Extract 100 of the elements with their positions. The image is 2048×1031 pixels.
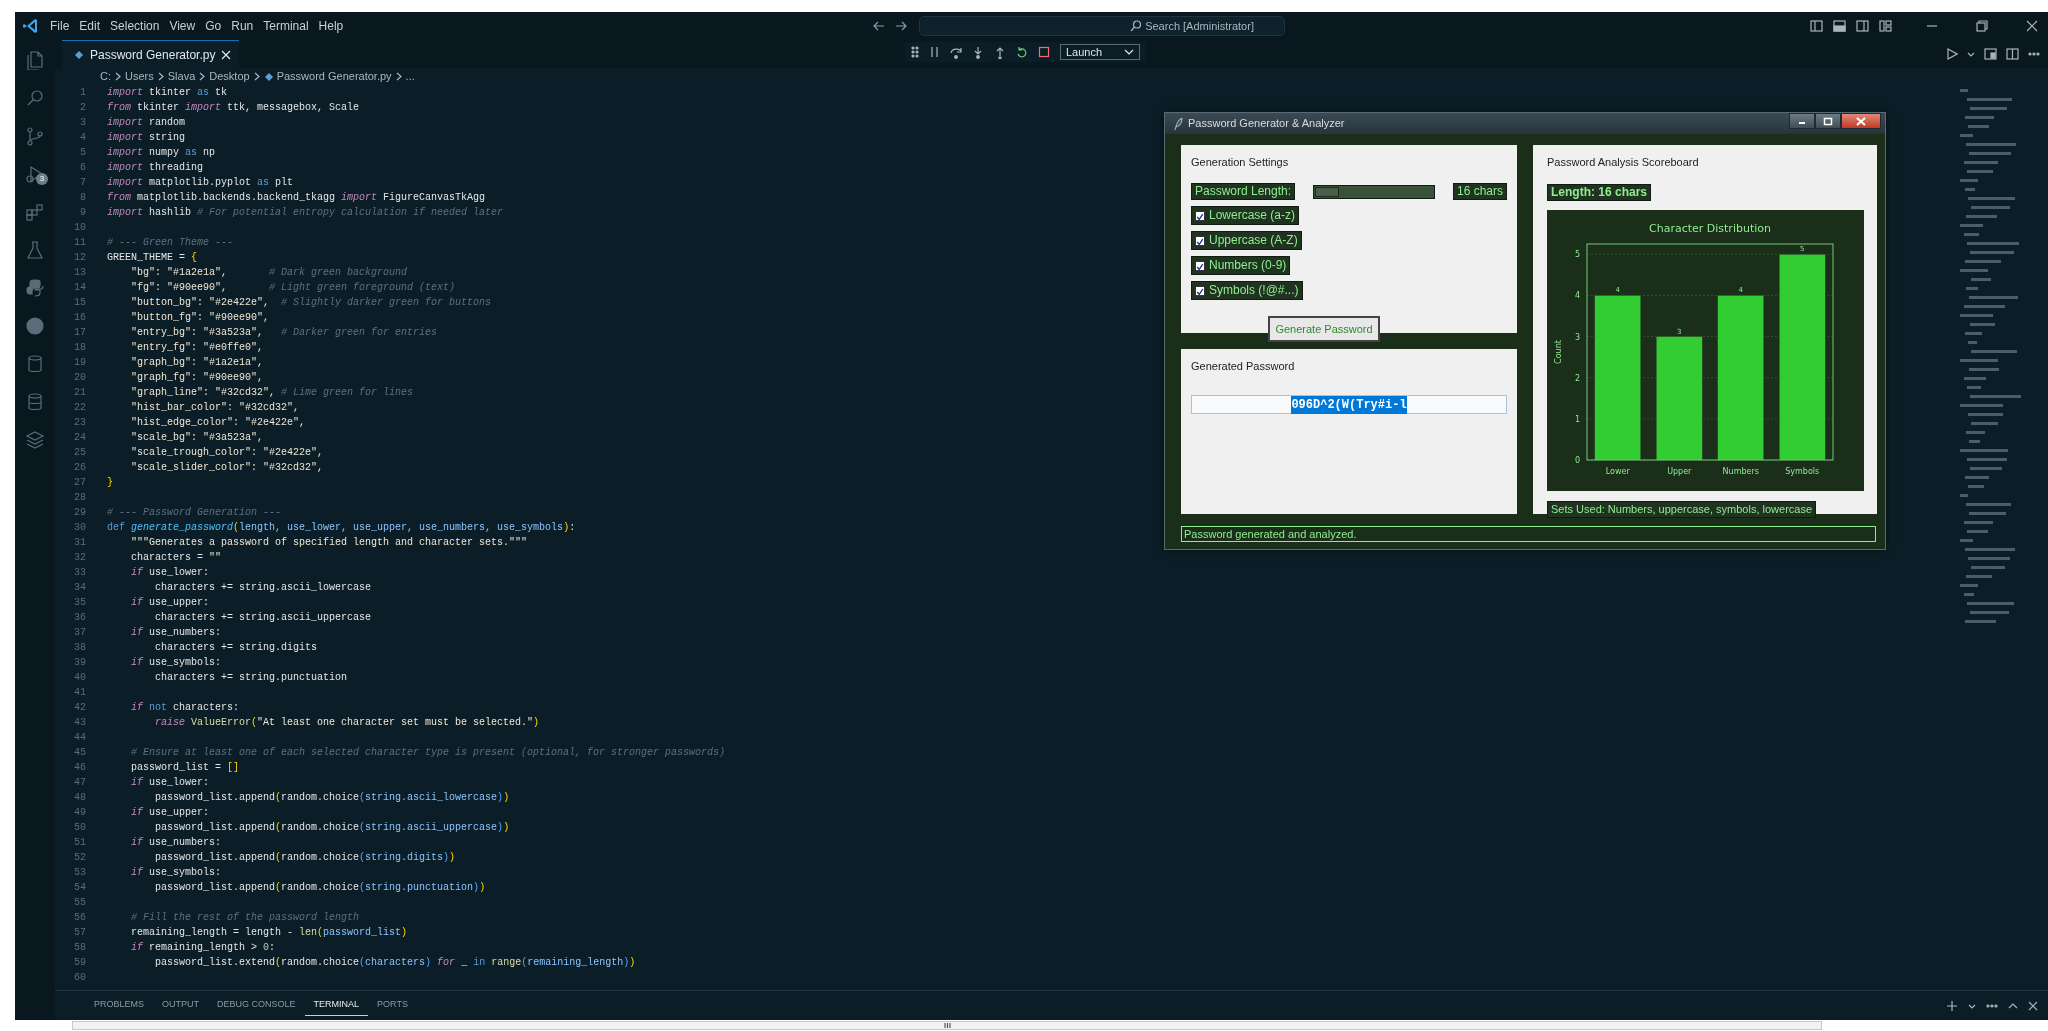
breadcrumb[interactable]: C: <box>100 68 111 85</box>
command-center[interactable]: Search [Administrator] <box>919 16 1286 36</box>
code-line: "entry_fg": "#e0ffe0", <box>130 342 264 353</box>
line-number: 45 <box>73 746 86 760</box>
breadcrumb[interactable]: ... <box>405 68 415 85</box>
checkbox[interactable]: Lowercase (a-z) <box>1191 206 1300 225</box>
checkbox[interactable]: Symbols (!@#...) <box>1191 281 1303 300</box>
line-number: 2 <box>79 101 86 115</box>
menu-item[interactable]: View <box>164 17 201 35</box>
tick-label: 0 <box>1574 456 1580 465</box>
menu-item[interactable]: Help <box>313 17 349 35</box>
panel-tab[interactable]: PROBLEMS <box>85 995 153 1016</box>
code-line: "button_fg": "#90ee90", <box>130 312 270 323</box>
code-line: GREEN_THEME = { <box>107 252 198 263</box>
tick-label: 2 <box>1574 373 1580 383</box>
line-number: 11 <box>73 236 86 250</box>
line-number: 18 <box>73 341 86 355</box>
code-line: "fg": "#90ee90", # Light green foreground (text) <box>130 282 456 293</box>
code-line: "bg": "#1a2e1a", # Dark green background <box>130 267 408 278</box>
panel-title: Generated Password <box>1191 360 1295 372</box>
line-number: 5 <box>79 146 86 160</box>
code-line: "scale_trough_color": "#2e422e", <box>130 447 324 458</box>
breadcrumb[interactable]: Users <box>125 68 154 85</box>
line-number: 19 <box>73 356 86 370</box>
generate-button[interactable]: Generate Password <box>1268 316 1380 342</box>
axis-label: Count <box>1554 340 1563 364</box>
line-number: 52 <box>73 851 86 865</box>
code-line: import numpy as np <box>107 147 216 158</box>
code-line: if use_lower: <box>130 777 210 788</box>
code-line: "hist_edge_color": "#2e422e", <box>130 417 306 428</box>
tick-label: 4 <box>1574 291 1580 301</box>
code-line: characters = "" <box>130 552 222 563</box>
category-label: Lower <box>1605 467 1630 476</box>
line-number: 30 <box>73 521 86 535</box>
code-line: characters += string.ascii_lowercase <box>154 582 372 593</box>
line-number: 24 <box>73 431 86 445</box>
line-number: 38 <box>73 641 86 655</box>
line-number: 54 <box>73 881 86 895</box>
length-summary: Length: 16 chars <box>1547 184 1652 201</box>
code-line: # --- Green Theme --- <box>107 237 234 248</box>
line-number: 1 <box>79 86 86 100</box>
password-field[interactable]: 096D^2(W(Try#i-l <box>1191 395 1507 414</box>
menu-item[interactable]: Selection <box>105 17 165 35</box>
line-number: 22 <box>73 401 86 415</box>
code-line: from matplotlib.backends.backend_tkagg import FigureCanvasTkAgg <box>107 192 486 203</box>
panel-tab[interactable]: OUTPUT <box>153 995 208 1016</box>
code-line: """Generates a password of specified length and character sets.""" <box>130 537 528 548</box>
length-value: 16 chars <box>1452 183 1507 200</box>
code-line: } <box>107 477 113 488</box>
code-line: password_list.append(random.choice(string.ascii_lowercase)) <box>154 792 510 803</box>
line-number: 50 <box>73 821 86 835</box>
panel-tab[interactable]: TERMINAL <box>304 995 369 1016</box>
line-number: 58 <box>73 941 86 955</box>
panel-tab[interactable]: PORTS <box>368 995 417 1016</box>
menu-item[interactable]: Go <box>200 17 227 35</box>
checkbox[interactable]: Numbers (0-9) <box>1191 256 1291 275</box>
code-line: password_list.append(random.choice(string.digits)) <box>154 852 456 863</box>
line-number: 60 <box>73 971 86 985</box>
launch-config-select[interactable]: Launch <box>1060 44 1141 60</box>
code-line: remaining_length = length - len(password_list) <box>130 927 408 938</box>
line-number: 17 <box>73 326 86 340</box>
category-label: Upper <box>1667 467 1692 476</box>
breadcrumb[interactable]: Password Generator.py <box>276 68 392 85</box>
code-line: characters += string.punctuation <box>154 672 348 683</box>
line-number: 56 <box>73 911 86 925</box>
code-line: password_list.extend(random.choice(characters) for _ in range(remaining_length)) <box>154 957 636 968</box>
line-number: 33 <box>73 566 86 580</box>
checkbox[interactable]: Uppercase (A-Z) <box>1191 231 1302 250</box>
code-line: from tkinter import ttk, messagebox, Scale <box>107 102 360 113</box>
notification-badge: 3 <box>36 173 48 185</box>
code-line: "entry_bg": "#3a523a", # Darker green for entries <box>130 327 438 338</box>
line-number: 25 <box>73 446 86 460</box>
window-title: Password Generator & Analyzer <box>1188 116 1345 132</box>
line-number: 39 <box>73 656 86 670</box>
panel-tab[interactable]: DEBUG CONSOLE <box>208 995 305 1016</box>
length-label: Password Length: <box>1191 183 1296 200</box>
breadcrumb[interactable]: Desktop <box>209 68 250 85</box>
line-number: 35 <box>73 596 86 610</box>
line-number: 32 <box>73 551 86 565</box>
menu-item[interactable]: Edit <box>74 17 106 35</box>
menu-item[interactable]: Terminal <box>258 17 314 35</box>
line-number: 27 <box>73 476 86 490</box>
line-number: 12 <box>73 251 86 265</box>
line-number: 21 <box>73 386 86 400</box>
code-line: characters += string.ascii_uppercase <box>154 612 372 623</box>
code-line: if use_symbols: <box>130 867 222 878</box>
line-number: 53 <box>73 866 86 880</box>
code-line: # --- Password Generation --- <box>107 507 282 518</box>
code-line: # Fill the rest of the password length <box>130 912 360 923</box>
code-line: "scale_bg": "#3a523a", <box>130 432 264 443</box>
line-number: 8 <box>79 191 86 205</box>
menu-item[interactable]: File <box>45 17 75 35</box>
code-line: import hashlib # For potential entropy calculation if needed later <box>107 207 504 218</box>
code-line: if remaining_length > 0: <box>130 942 276 953</box>
code-line: "graph_line": "#32cd32", # Lime green for lines <box>130 387 414 398</box>
code-line: def generate_password(length, use_lower, use_upper, use_numbers, use_symbols): <box>107 522 576 533</box>
line-number: 31 <box>73 536 86 550</box>
editor-tab[interactable]: Password Generator.py <box>62 40 240 68</box>
menu-item[interactable]: Run <box>226 17 259 35</box>
breadcrumb[interactable]: Slava <box>167 68 196 85</box>
